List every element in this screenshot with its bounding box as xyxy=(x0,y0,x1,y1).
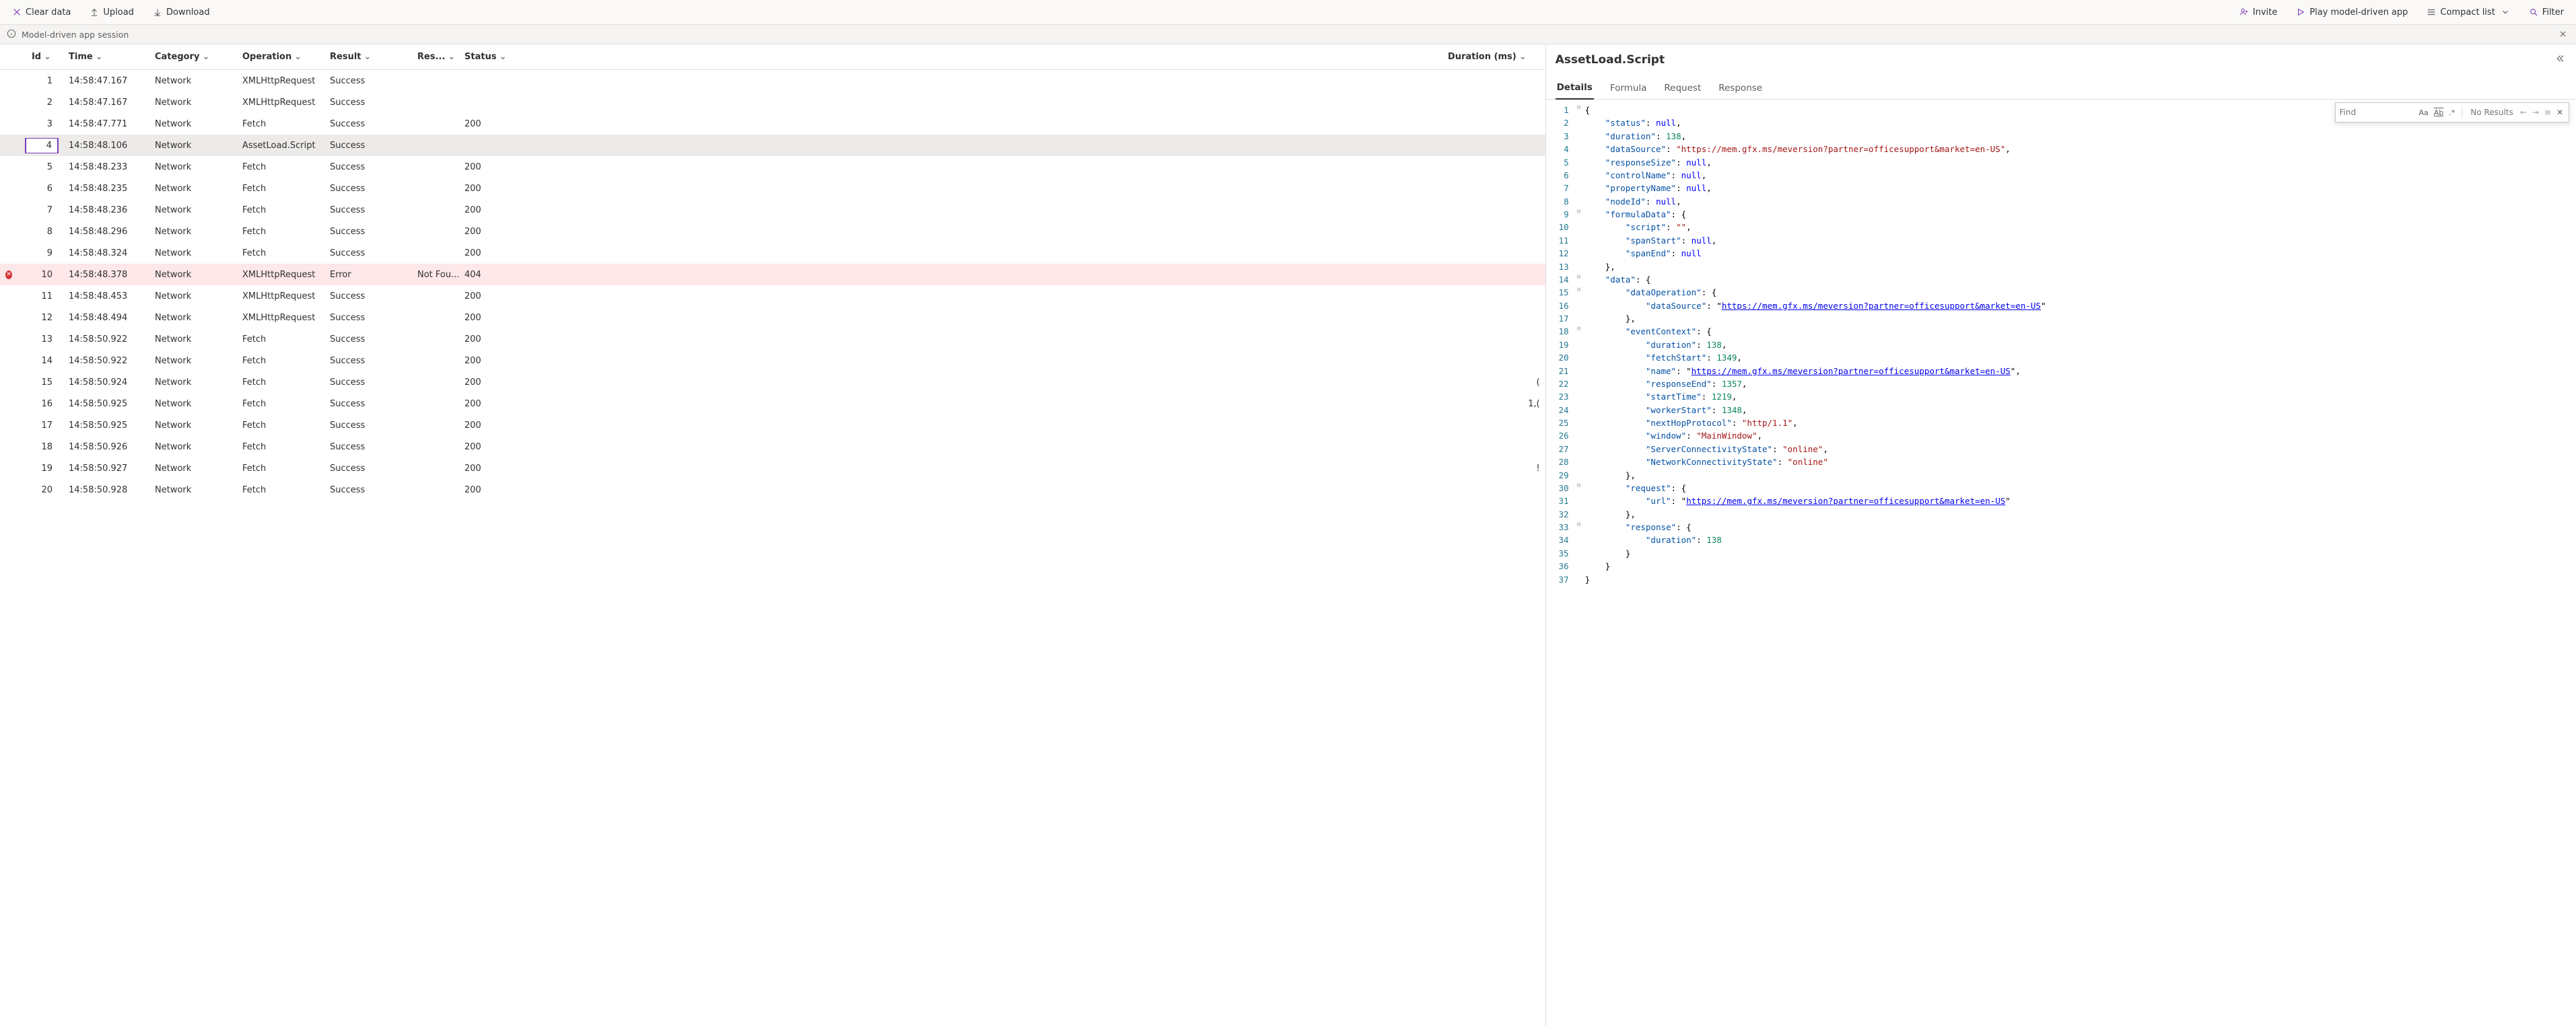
find-next-icon[interactable]: → xyxy=(2530,108,2542,117)
filter-button[interactable]: Filter xyxy=(2525,5,2568,20)
play-icon xyxy=(2296,7,2305,17)
clear-data-button[interactable]: Clear data xyxy=(8,5,75,20)
table-row[interactable]: 814:58:48.296NetworkFetchSuccess200 xyxy=(0,221,1545,242)
col-res2[interactable]: Res...⌄ xyxy=(412,52,459,62)
panel-tabs: Details Formula Request Response xyxy=(1546,75,2576,100)
download-button[interactable]: Download xyxy=(149,5,214,20)
tab-request[interactable]: Request xyxy=(1663,83,1702,99)
table-row[interactable]: 114:58:47.167NetworkXMLHttpRequestSucces… xyxy=(0,70,1545,91)
chevron-down-icon: ⌄ xyxy=(294,52,302,62)
list-icon xyxy=(2427,7,2436,17)
session-title: Model-driven app session xyxy=(22,30,129,40)
table-row[interactable]: 614:58:48.235NetworkFetchSuccess200 xyxy=(0,178,1545,199)
upload-label: Upload xyxy=(103,7,134,17)
table-row[interactable]: 914:58:48.324NetworkFetchSuccess200 xyxy=(0,242,1545,264)
invite-label: Invite xyxy=(2253,7,2277,17)
tab-response[interactable]: Response xyxy=(1717,83,1764,99)
find-close-icon[interactable]: ✕ xyxy=(2554,108,2569,117)
find-status: No Results xyxy=(2466,108,2517,117)
col-duration[interactable]: Duration (ms)⌄ xyxy=(520,52,1545,62)
table-row[interactable]: 1214:58:48.494NetworkXMLHttpRequestSucce… xyxy=(0,307,1545,328)
toolbar: Clear data Upload Download Invite xyxy=(0,0,2576,24)
compact-list-button[interactable]: Compact list xyxy=(2423,5,2513,20)
info-icon xyxy=(7,29,16,40)
chevron-down-icon: ⌄ xyxy=(448,52,455,62)
col-status[interactable]: Status⌄ xyxy=(459,52,520,62)
table-row[interactable]: 414:58:48.106NetworkAssetLoad.ScriptSucc… xyxy=(0,135,1545,156)
upload-button[interactable]: Upload xyxy=(85,5,138,20)
download-label: Download xyxy=(166,7,210,17)
table-row[interactable]: 314:58:47.771NetworkFetchSuccess200 xyxy=(0,113,1545,135)
filter-label: Filter xyxy=(2542,7,2564,17)
table-row[interactable]: 514:58:48.233NetworkFetchSuccess200 xyxy=(0,156,1545,178)
session-header: Model-driven app session xyxy=(0,24,2576,44)
table-row[interactable]: 1414:58:50.922NetworkFetchSuccess200 xyxy=(0,350,1545,371)
col-category[interactable]: Category⌄ xyxy=(149,52,237,62)
panel-title: AssetLoad.Script xyxy=(1556,53,1665,67)
col-id[interactable]: Id⌄ xyxy=(18,52,63,62)
play-app-button[interactable]: Play model-driven app xyxy=(2292,5,2412,20)
details-panel: AssetLoad.Script Details Formula Request… xyxy=(1546,44,2576,1026)
json-editor[interactable]: 1⊟{2 "status": null,3 "duration": 138,4 … xyxy=(1546,100,2576,1026)
match-word-icon[interactable]: Ab xyxy=(2431,108,2447,117)
chevron-down-icon: ⌄ xyxy=(44,52,51,62)
find-bar: Aa Ab .* No Results ← → ≡ ✕ xyxy=(2335,102,2570,122)
clear-data-label: Clear data xyxy=(26,7,71,17)
tab-details[interactable]: Details xyxy=(1556,82,1594,100)
upload-icon xyxy=(90,7,99,17)
table-row[interactable]: 1914:58:50.927NetworkFetchSuccess200! xyxy=(0,457,1545,479)
chevron-down-icon: ⌄ xyxy=(364,52,372,62)
chevron-down-icon xyxy=(2501,7,2510,17)
regex-icon[interactable]: .* xyxy=(2446,108,2458,117)
download-icon xyxy=(153,7,162,17)
error-icon: ✕ xyxy=(5,270,12,279)
find-prev-icon[interactable]: ← xyxy=(2517,108,2530,117)
table-body[interactable]: 114:58:47.167NetworkXMLHttpRequestSucces… xyxy=(0,70,1545,1026)
compact-list-label: Compact list xyxy=(2440,7,2495,17)
table-row[interactable]: 1314:58:50.922NetworkFetchSuccess200 xyxy=(0,328,1545,350)
table-row[interactable]: 714:58:48.236NetworkFetchSuccess200 xyxy=(0,199,1545,221)
expand-panel-button[interactable] xyxy=(2552,51,2567,69)
col-time[interactable]: Time⌄ xyxy=(63,52,149,62)
person-add-icon xyxy=(2239,7,2249,17)
table-header: Id⌄ Time⌄ Category⌄ Operation⌄ Result⌄ R… xyxy=(0,44,1545,70)
col-operation[interactable]: Operation⌄ xyxy=(237,52,324,62)
match-case-icon[interactable]: Aa xyxy=(2416,108,2431,117)
chevron-down-icon: ⌄ xyxy=(499,52,507,62)
session-close-button[interactable] xyxy=(2556,27,2569,42)
table-row[interactable]: 2014:58:50.928NetworkFetchSuccess200 xyxy=(0,479,1545,501)
chevron-down-icon: ⌄ xyxy=(96,52,103,62)
find-select-icon[interactable]: ≡ xyxy=(2542,108,2554,117)
chevron-down-icon: ⌄ xyxy=(1519,52,1527,62)
table-row[interactable]: ✕1014:58:48.378NetworkXMLHttpRequestErro… xyxy=(0,264,1545,285)
table-row[interactable]: 1714:58:50.925NetworkFetchSuccess200 xyxy=(0,414,1545,436)
invite-button[interactable]: Invite xyxy=(2235,5,2281,20)
find-input[interactable] xyxy=(2336,105,2416,120)
table-row[interactable]: 1814:58:50.926NetworkFetchSuccess200 xyxy=(0,436,1545,457)
table-row[interactable]: 214:58:47.167NetworkXMLHttpRequestSucces… xyxy=(0,91,1545,113)
events-table: Id⌄ Time⌄ Category⌄ Operation⌄ Result⌄ R… xyxy=(0,44,1546,1026)
filter-icon xyxy=(2529,7,2538,17)
chevron-down-icon: ⌄ xyxy=(202,52,209,62)
table-row[interactable]: 1114:58:48.453NetworkXMLHttpRequestSucce… xyxy=(0,285,1545,307)
table-row[interactable]: 1514:58:50.924NetworkFetchSuccess200( xyxy=(0,371,1545,393)
col-result[interactable]: Result⌄ xyxy=(324,52,412,62)
play-app-label: Play model-driven app xyxy=(2309,7,2408,17)
tab-formula[interactable]: Formula xyxy=(1609,83,1648,99)
table-row[interactable]: 1614:58:50.925NetworkFetchSuccess2001,( xyxy=(0,393,1545,414)
close-icon xyxy=(12,7,22,17)
